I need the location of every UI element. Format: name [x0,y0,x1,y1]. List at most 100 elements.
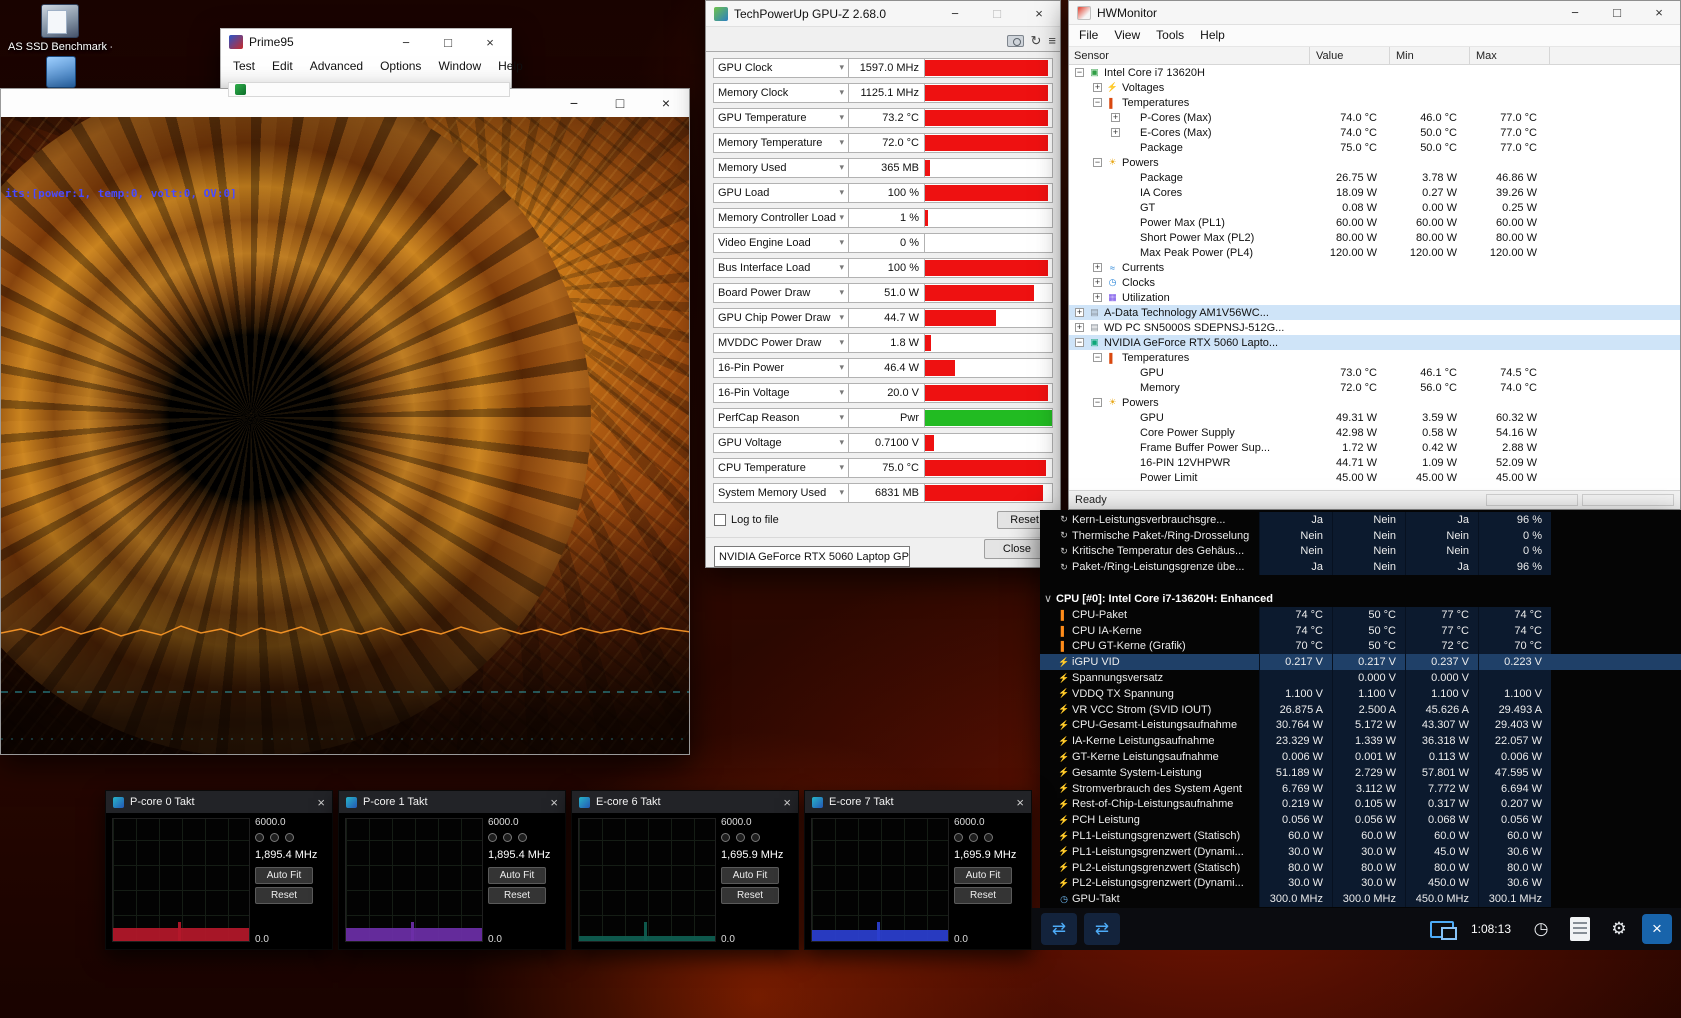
hwinfo-arrows-button[interactable]: ⇄ [1041,913,1077,945]
sensor-row[interactable]: Spannungsversatz 0.000 V 0.000 V [1040,670,1681,686]
led-indicator[interactable] [255,833,264,842]
sensor-row[interactable]: CPU GT-Kerne (Grafik) 70 °C 50 °C 72 °C … [1040,639,1681,655]
auto-fit-button[interactable]: Auto Fit [255,867,313,884]
gear-settings-icon[interactable]: ⚙ [1603,919,1635,939]
expander-icon[interactable] [1093,293,1102,302]
sensor-label-dropdown[interactable]: PerfCap Reason ▾ [713,408,849,428]
sensor-row[interactable]: IA-Kerne Leistungsaufnahme 23.329 W 1.33… [1040,733,1681,749]
tree-row[interactable]: GPU 49.31 W 3.59 W 60.32 W [1069,410,1680,425]
refresh-icon[interactable]: ↻ [1031,34,1042,47]
sensor-row[interactable]: iGPU VID 0.217 V 0.217 V 0.237 V 0.223 V [1040,654,1681,670]
sensor-row[interactable]: PL2-Leistungsgrenzwert (Dynami... 30.0 W… [1040,876,1681,892]
desktop-shortcut-partial[interactable] [46,56,76,88]
led-indicator[interactable] [503,833,512,842]
tree-row[interactable]: Power Limit 45.00 W 45.00 W 45.00 W [1069,470,1680,483]
sensor-row[interactable]: PL1-Leistungsgrenzwert (Statisch) 60.0 W… [1040,828,1681,844]
sensor-row[interactable]: Kern-Leistungsverbrauchsgre... Ja Nein J… [1040,512,1681,528]
tree-row[interactable]: Short Power Max (PL2) 80.00 W 80.00 W 80… [1069,230,1680,245]
auto-fit-button[interactable]: Auto Fit [954,867,1012,884]
graph-titlebar[interactable]: E-core 6 Takt × [572,791,798,813]
sensor-label-dropdown[interactable]: Memory Temperature ▾ [713,133,849,153]
gpu-select-dropdown[interactable]: NVIDIA GeForce RTX 5060 Laptop GPU ▾ [714,546,910,567]
expander-icon[interactable] [1111,113,1120,122]
sensor-label-dropdown[interactable]: Bus Interface Load ▾ [713,258,849,278]
tree-row[interactable]: Powers [1069,155,1680,170]
column-min[interactable]: Min [1390,47,1470,64]
tree-row[interactable]: A-Data Technology AM1V56WC... [1069,305,1680,320]
sensor-label-dropdown[interactable]: GPU Voltage ▾ [713,433,849,453]
led-indicator[interactable] [285,833,294,842]
tree-row[interactable]: Max Peak Power (PL4) 120.00 W 120.00 W 1… [1069,245,1680,260]
tree-row[interactable]: Core Power Supply 42.98 W 0.58 W 54.16 W [1069,425,1680,440]
sensor-label-dropdown[interactable]: 16-Pin Power ▾ [713,358,849,378]
sensor-label-dropdown[interactable]: MVDDC Power Draw ▾ [713,333,849,353]
menu-item[interactable]: Advanced [310,59,363,73]
expander-icon[interactable] [1075,68,1084,77]
sensor-label-dropdown[interactable]: System Memory Used ▾ [713,483,849,503]
tree-row[interactable]: Temperatures [1069,350,1680,365]
tree-row[interactable]: WD PC SN5000S SDEPNSJ-512G... [1069,320,1680,335]
clock-tray-icon[interactable]: ◷ [1525,919,1557,939]
close-button[interactable]: × [643,89,689,117]
tree-row[interactable]: Clocks [1069,275,1680,290]
tree-row[interactable]: Intel Core i7 13620H [1069,65,1680,80]
column-value[interactable]: Value [1310,47,1390,64]
gpuz-titlebar[interactable]: TechPowerUp GPU-Z 2.68.0 − □ × [706,1,1060,27]
minimize-button[interactable]: − [385,29,427,55]
led-indicator[interactable] [969,833,978,842]
sensor-row[interactable]: Thermische Paket-/Ring-Drosselung Nein N… [1040,528,1681,544]
minimize-button[interactable]: − [934,1,976,26]
collapse-chevron-icon[interactable]: ∨ [1040,592,1056,605]
close-icon[interactable]: × [783,795,791,810]
sensor-row[interactable]: PCH Leistung 0.056 W 0.056 W 0.068 W 0.0… [1040,812,1681,828]
led-indicator[interactable] [984,833,993,842]
close-button[interactable]: × [469,29,511,55]
minimize-button[interactable]: − [551,89,597,117]
tree-row[interactable]: Package 75.0 °C 50.0 °C 77.0 °C [1069,140,1680,155]
sensor-row[interactable]: GT-Kerne Leistungsaufnahme 0.006 W 0.001… [1040,749,1681,765]
sensor-row[interactable]: Rest-of-Chip-Leistungsaufnahme 0.219 W 0… [1040,797,1681,813]
led-indicator[interactable] [751,833,760,842]
sensor-label-dropdown[interactable]: GPU Load ▾ [713,183,849,203]
menu-item[interactable]: Edit [272,59,293,73]
sensor-row[interactable]: Stromverbrauch des System Agent 6.769 W … [1040,781,1681,797]
clock-time[interactable]: 1:08:13 [1471,922,1511,936]
menu-item[interactable]: File [1079,28,1098,42]
led-indicator[interactable] [721,833,730,842]
tree-row[interactable]: Voltages [1069,80,1680,95]
led-indicator[interactable] [736,833,745,842]
tree-row[interactable]: GT 0.08 W 0.00 W 0.25 W [1069,200,1680,215]
sensor-row[interactable]: VDDQ TX Spannung 1.100 V 1.100 V 1.100 V… [1040,686,1681,702]
sensor-row[interactable]: Kritische Temperatur des Gehäus... Nein … [1040,544,1681,560]
menu-item[interactable]: Help [498,59,523,73]
sensor-label-dropdown[interactable]: Video Engine Load ▾ [713,233,849,253]
expander-icon[interactable] [1075,308,1084,317]
gpu-tray-icon[interactable] [1430,921,1454,938]
cpu-section-header[interactable]: ∨ CPU [#0]: Intel Core i7-13620H: Enhanc… [1040,591,1681,607]
hwmonitor-titlebar[interactable]: HWMonitor − □ × [1069,1,1680,25]
sensor-row[interactable]: CPU-Paket 74 °C 50 °C 77 °C 74 °C [1040,607,1681,623]
menu-item[interactable]: Help [1200,28,1225,42]
tree-row[interactable]: NVIDIA GeForce RTX 5060 Lapto... [1069,335,1680,350]
maximize-button[interactable]: □ [427,29,469,55]
sensor-row[interactable]: VR VCC Strom (SVID IOUT) 26.875 A 2.500 … [1040,702,1681,718]
menu-item[interactable]: View [1114,28,1140,42]
expander-icon[interactable] [1093,278,1102,287]
menu-icon[interactable]: ≡ [1048,34,1056,47]
tree-row[interactable]: Frame Buffer Power Sup... 1.72 W 0.42 W … [1069,440,1680,455]
close-button[interactable]: × [1638,1,1680,24]
maximize-button[interactable]: □ [1596,1,1638,24]
reset-button[interactable]: Reset [255,887,313,904]
auto-fit-button[interactable]: Auto Fit [488,867,546,884]
led-indicator[interactable] [270,833,279,842]
sensor-label-dropdown[interactable]: GPU Chip Power Draw ▾ [713,308,849,328]
maximize-button[interactable]: □ [597,89,643,117]
reset-button[interactable]: Reset [488,887,546,904]
menu-item[interactable]: Options [380,59,421,73]
column-sensor[interactable]: Sensor [1069,47,1310,64]
tree-row[interactable]: Power Max (PL1) 60.00 W 60.00 W 60.00 W [1069,215,1680,230]
expander-icon[interactable] [1093,263,1102,272]
menu-item[interactable]: Test [233,59,255,73]
led-indicator[interactable] [488,833,497,842]
sensor-row[interactable]: CPU-Gesamt-Leistungsaufnahme 30.764 W 5.… [1040,718,1681,734]
